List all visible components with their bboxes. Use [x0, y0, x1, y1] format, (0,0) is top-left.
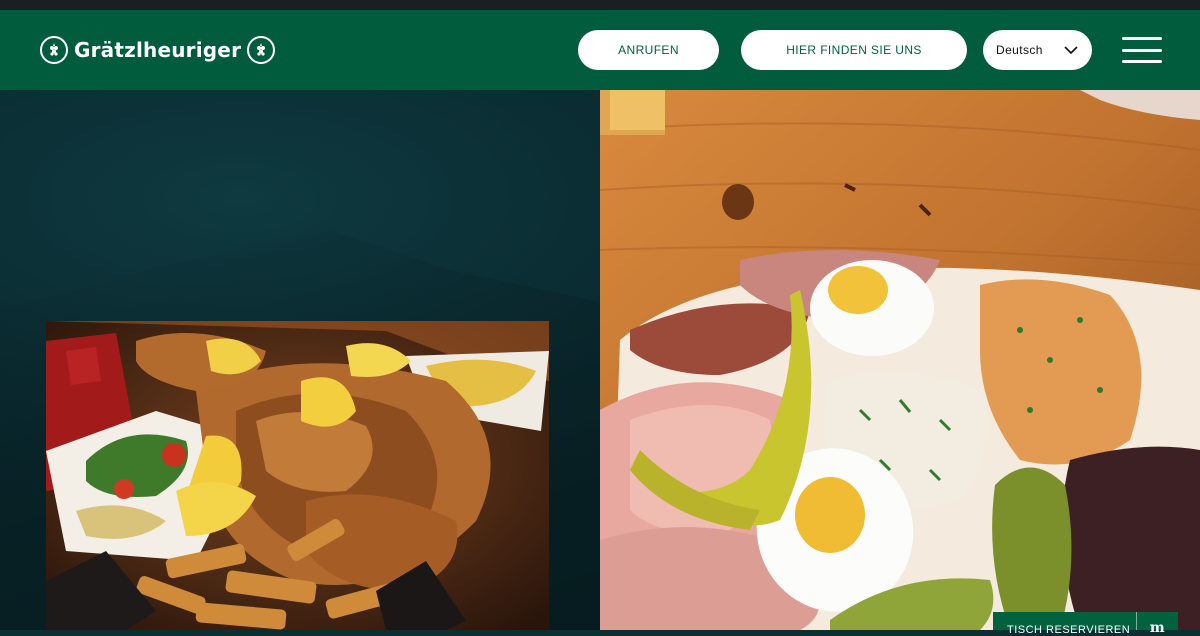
find-us-button[interactable]: HIER FINDEN SIE UNS — [741, 30, 967, 70]
m-logo-icon: m — [1136, 612, 1178, 636]
reserve-table-button[interactable]: TISCH RESERVIEREN m — [993, 612, 1178, 636]
schnitzel-plate-photo — [46, 321, 549, 630]
hamburger-menu-icon[interactable] — [1122, 37, 1162, 63]
brand-logo[interactable]: Grätzlheuriger — [40, 34, 276, 66]
chevron-down-icon — [1064, 45, 1078, 54]
site-header: Grätzlheuriger ANRUFEN HIER FINDEN SIE U… — [0, 10, 1200, 90]
language-selected: Deutsch — [996, 43, 1043, 57]
grape-icon — [247, 36, 276, 64]
call-button[interactable]: ANRUFEN — [578, 30, 719, 70]
language-select[interactable]: Deutsch — [983, 30, 1092, 70]
reserve-label: TISCH RESERVIEREN — [1007, 624, 1131, 636]
cold-cuts-platter-photo — [600, 90, 1200, 630]
brand-name: Grätzlheuriger — [74, 38, 242, 62]
top-strip — [0, 0, 1200, 10]
grape-icon — [40, 36, 68, 64]
